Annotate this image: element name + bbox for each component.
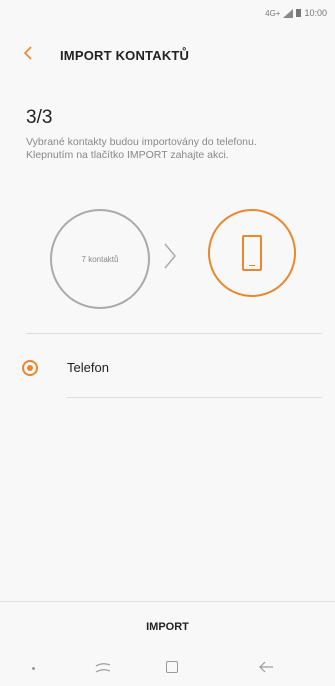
bottom-bar: IMPORT <box>0 601 335 652</box>
status-time: 10:00 <box>304 8 327 18</box>
header: IMPORT KONTAKTŮ <box>0 36 335 76</box>
radio-button[interactable] <box>22 360 38 376</box>
signal-icon <box>283 8 294 18</box>
divider <box>67 397 322 398</box>
status-bar: 4G+ 10:00 <box>0 0 335 28</box>
phone-icon <box>242 235 262 271</box>
dot-icon[interactable] <box>32 667 35 670</box>
back-icon[interactable] <box>258 659 274 675</box>
import-button[interactable]: IMPORT <box>0 602 335 652</box>
target-circle <box>208 209 296 297</box>
import-flow: 7 kontaktů <box>0 209 335 314</box>
back-button[interactable] <box>23 44 33 66</box>
status-icons: 4G+ 10:00 <box>265 8 327 18</box>
home-icon[interactable] <box>166 661 178 673</box>
network-type: 4G+ <box>265 8 281 18</box>
divider <box>26 333 322 334</box>
option-label: Telefon <box>67 360 109 375</box>
description: Vybrané kontakty budou importovány do te… <box>26 136 257 161</box>
battery-icon <box>296 9 302 17</box>
step-indicator: 3/3 <box>26 107 53 128</box>
navigation-bar <box>0 651 335 686</box>
option-telefon[interactable]: Telefon <box>22 356 322 390</box>
chevron-right-icon <box>164 243 176 269</box>
source-circle: 7 kontaktů <box>50 209 150 309</box>
recent-apps-icon[interactable] <box>95 660 111 676</box>
chevron-left-icon <box>23 46 32 60</box>
page-title: IMPORT KONTAKTŮ <box>60 48 190 63</box>
source-label: 7 kontaktů <box>81 254 119 264</box>
